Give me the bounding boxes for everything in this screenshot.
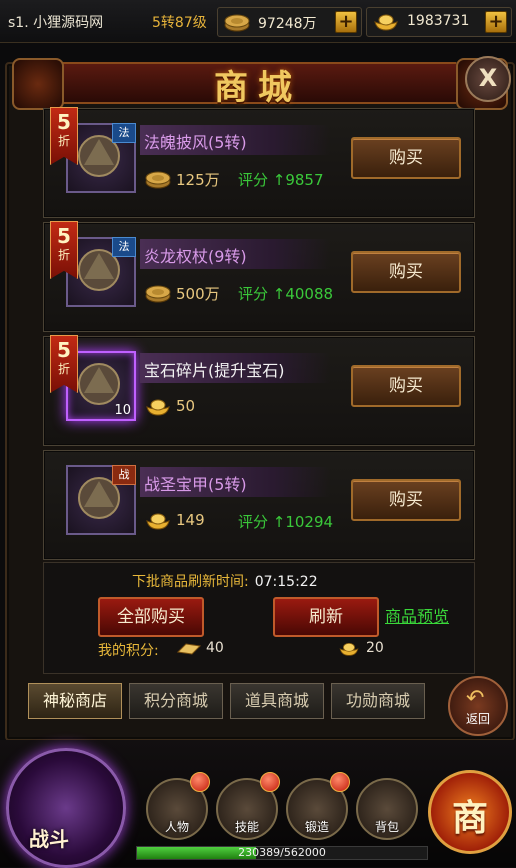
shop-item-card: 法 5 折 法魄披风(5转) 125万 评分 ↑9857 购买	[43, 107, 475, 218]
gold-ingot-icon	[374, 14, 398, 31]
item-count: 10	[114, 403, 131, 418]
item-price-value: 50	[176, 397, 196, 415]
shop-item-card: 法 5 折 炎龙权杖(9转) 500万 评分 ↑40088 购买	[43, 221, 475, 332]
refresh-label: 下批商品刷新时间:	[132, 574, 249, 590]
back-button[interactable]: ↶ 返回	[448, 676, 508, 736]
shop-item-card: 10 5 折 宝石碎片(提升宝石) 50 购买	[43, 335, 475, 446]
shop-button[interactable]: 商	[428, 770, 512, 854]
notification-dot	[260, 772, 280, 792]
buy-button[interactable]: 购买	[351, 251, 461, 293]
shop-title-bar: 商城	[0, 52, 516, 110]
tab-mystery-shop[interactable]: 神秘商店	[28, 683, 122, 719]
discount-unit: 折	[57, 362, 70, 376]
discount-unit: 折	[57, 134, 70, 148]
notification-dot	[330, 772, 350, 792]
item-name: 战圣宝甲(5转)	[144, 475, 247, 494]
shop-item-card: 战战圣宝甲(5转) 149 评分 ↑10294 购买	[43, 450, 475, 560]
refresh-time: 07:15:22	[254, 574, 318, 590]
bag-label: 背包	[374, 820, 399, 834]
item-price-value: 125万	[176, 171, 220, 189]
item-score: 评分 ↑40088	[238, 285, 334, 303]
back-label: 返回	[465, 712, 490, 726]
notification-dot	[190, 772, 210, 792]
discount-number: 5	[57, 224, 71, 248]
my-score-label: 我的积分:	[98, 643, 159, 659]
refresh-button[interactable]: 刷新	[273, 597, 379, 637]
gold-ingot-icon	[146, 399, 170, 416]
tab-points-shop[interactable]: 积分商城	[129, 683, 223, 719]
refresh-countdown: 下批商品刷新时间: 07:15:22	[132, 571, 318, 591]
server-name: s1. 小狸源码网	[8, 15, 104, 31]
item-price-value: 149	[176, 511, 205, 529]
gold-ingot-icon	[339, 643, 359, 656]
experience-text: 230389/562000	[238, 846, 326, 859]
tab-items-shop[interactable]: 道具商城	[230, 683, 324, 719]
gold-ingot-icon	[146, 513, 170, 530]
character-button[interactable]: 人物	[146, 772, 210, 840]
skills-button[interactable]: 技能	[216, 772, 280, 840]
forge-button[interactable]: 锻造	[286, 772, 350, 840]
discount-ribbon: 5折	[50, 107, 78, 165]
gold-resource: 1983731 +	[366, 7, 512, 37]
skills-label: 技能	[234, 820, 259, 834]
discount-unit: 折	[57, 248, 70, 262]
item-class-badge: 法	[112, 237, 136, 257]
return-arrow-icon: ↶	[466, 686, 485, 711]
buy-button[interactable]: 购买	[351, 137, 461, 179]
add-copper-button[interactable]: +	[335, 11, 357, 33]
character-label: 人物	[164, 820, 189, 834]
item-class-badge: 法	[112, 123, 136, 143]
item-price-value: 500万	[176, 285, 220, 303]
discount-number: 5	[57, 110, 71, 134]
my-score-value: 40	[206, 640, 224, 656]
discount-ribbon: 5折	[50, 221, 78, 279]
battle-button[interactable]: 战斗	[6, 748, 126, 868]
forge-label: 锻造	[304, 820, 329, 834]
item-name: 炎龙权杖(9转)	[144, 247, 247, 266]
experience-bar: 230389/562000	[136, 846, 428, 860]
item-icon-slot[interactable]: 战	[66, 465, 136, 535]
shop-label: 商	[451, 797, 488, 839]
top-status-bar: s1. 小狸源码网 5转87级 97248万 + 1983731 +	[0, 0, 516, 43]
copper-amount: 97248万	[258, 16, 317, 32]
buy-all-button[interactable]: 全部购买	[98, 597, 204, 637]
item-name: 法魄披风(5转)	[144, 133, 247, 152]
preview-link[interactable]: 商品预览	[385, 603, 449, 627]
item-score: 评分 ↑9857	[238, 171, 324, 189]
page-title: 商城	[214, 68, 302, 108]
gold-amount: 1983731	[407, 13, 470, 29]
close-button[interactable]: X	[465, 56, 511, 102]
tab-merit-shop[interactable]: 功勋商城	[331, 683, 425, 719]
player-level: 5转87级	[152, 15, 207, 31]
item-class-badge: 战	[112, 465, 136, 485]
buy-button[interactable]: 购买	[351, 479, 461, 521]
refresh-cost: 20	[366, 640, 384, 656]
bag-button[interactable]: 背包	[356, 778, 418, 840]
discount-number: 5	[57, 338, 71, 362]
item-name: 宝石碎片(提升宝石)	[144, 361, 285, 380]
copper-resource: 97248万 +	[217, 7, 362, 37]
add-gold-button[interactable]: +	[485, 11, 507, 33]
discount-ribbon: 5折	[50, 335, 78, 393]
copper-coin-icon	[145, 171, 171, 189]
item-score: 评分 ↑10294	[238, 513, 334, 531]
buy-button[interactable]: 购买	[351, 365, 461, 407]
copper-coin-icon	[224, 14, 250, 32]
score-token-icon	[176, 643, 202, 655]
battle-label: 战斗	[29, 827, 69, 851]
copper-coin-icon	[145, 285, 171, 303]
refresh-section: 下批商品刷新时间: 07:15:22 全部购买 刷新 商品预览 我的积分: 40 …	[43, 562, 475, 674]
